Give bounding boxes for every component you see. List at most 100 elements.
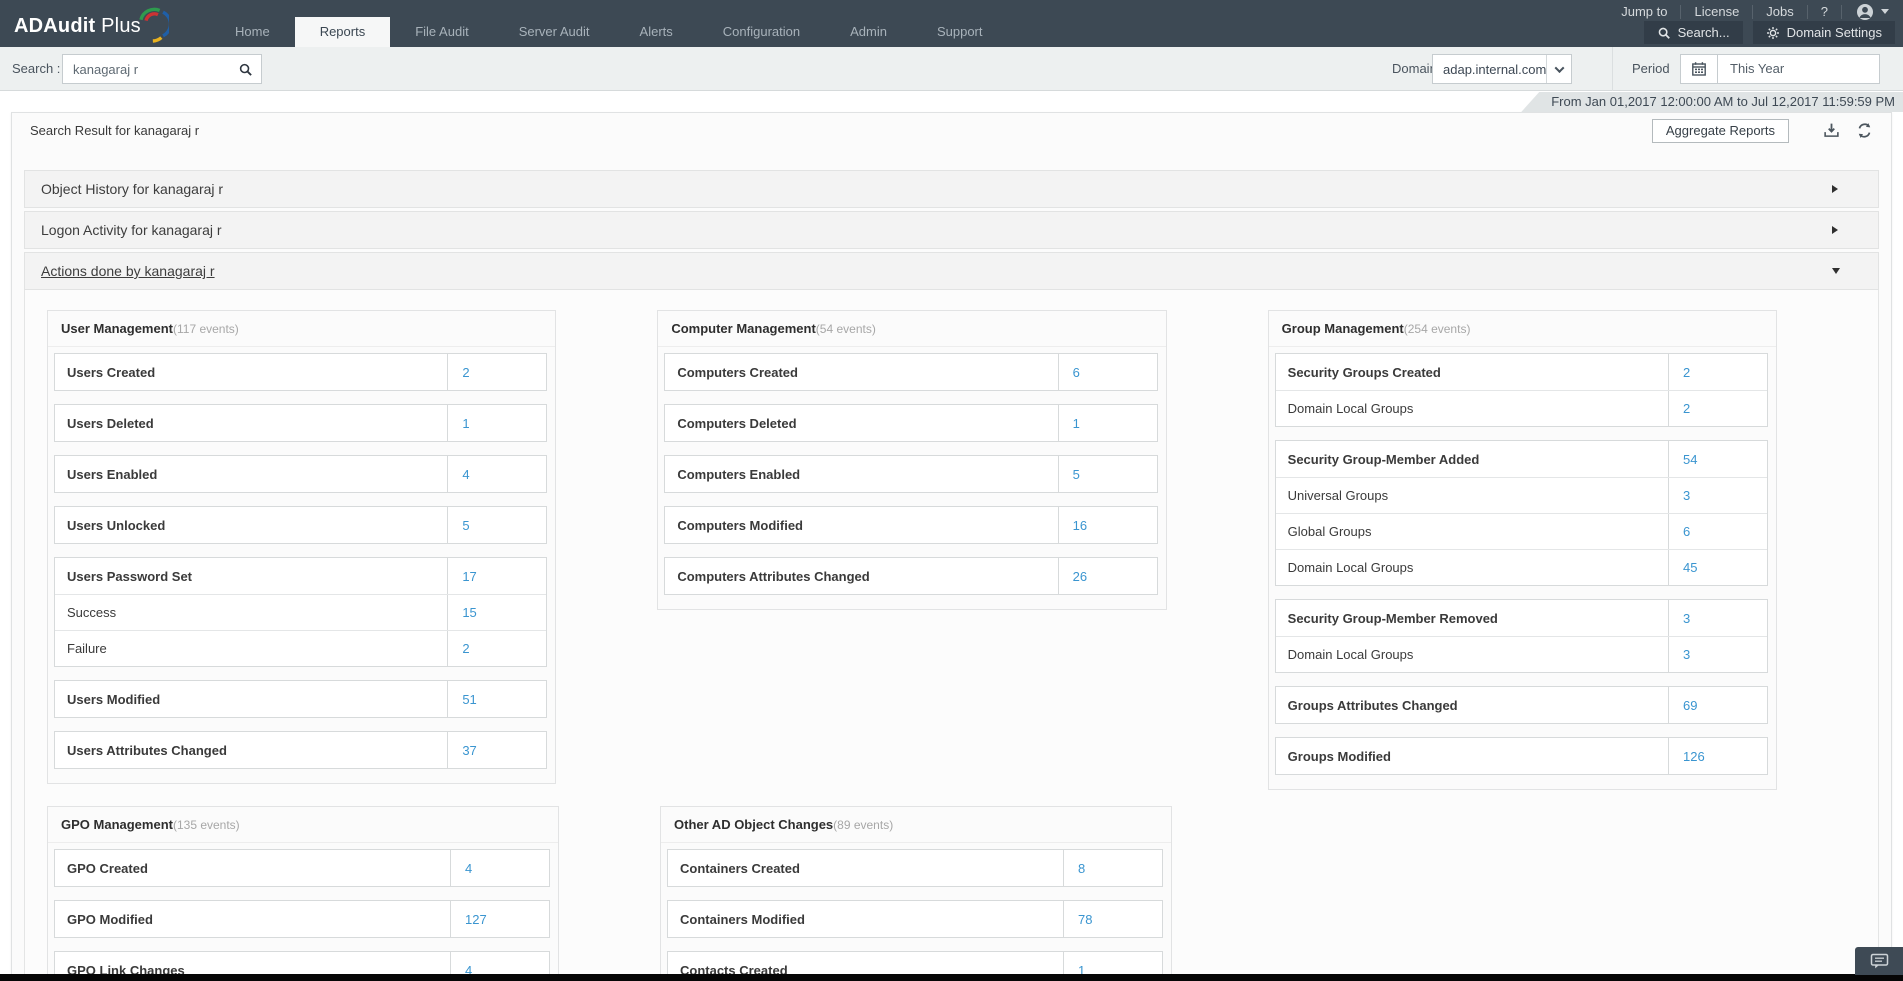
stat-value-link[interactable]: 15 xyxy=(448,605,546,620)
stat-value-link[interactable]: 8 xyxy=(1064,861,1162,876)
stat-row: Security Groups Created2 xyxy=(1276,354,1767,390)
user-menu[interactable] xyxy=(1842,3,1893,21)
stat-label: Security Group-Member Added xyxy=(1276,441,1669,477)
stat-value-link[interactable]: 1 xyxy=(1059,416,1157,431)
card-title: User Management xyxy=(61,321,173,336)
domain-select[interactable]: adap.internal.com xyxy=(1432,54,1572,84)
nav-tab-label: Support xyxy=(937,24,983,39)
nav-tab-reports[interactable]: Reports xyxy=(295,17,391,47)
stat-value-link[interactable]: 16 xyxy=(1059,518,1157,533)
stat-value-link[interactable]: 2 xyxy=(1669,365,1767,380)
stat-value-link[interactable]: 69 xyxy=(1669,698,1767,713)
period-value-field[interactable]: This Year xyxy=(1717,54,1880,84)
page-title: Search Result for kanagaraj r xyxy=(30,123,1652,138)
stat-value-link[interactable]: 127 xyxy=(451,912,549,927)
card-computer-management: Computer Management(54 events)Computers … xyxy=(657,310,1166,610)
stat-value-link[interactable]: 6 xyxy=(1669,524,1767,539)
app-logo: ADAudit Plus xyxy=(14,8,169,44)
top-link-jump-to[interactable]: Jump to xyxy=(1608,4,1680,19)
bottom-edge-bar xyxy=(0,974,1903,981)
period-label: Period xyxy=(1632,61,1670,76)
section-actions-done-by-kanagaraj-r[interactable]: Actions done by kanagaraj r xyxy=(24,252,1879,290)
nav-tab-file-audit[interactable]: File Audit xyxy=(390,17,493,47)
stat-value-link[interactable]: 2 xyxy=(1669,401,1767,416)
nav-tab-alerts[interactable]: Alerts xyxy=(615,17,698,47)
stat-value-link[interactable]: 5 xyxy=(1059,467,1157,482)
stat-group: Users Modified51 xyxy=(54,680,547,718)
stat-label: Users Attributes Changed xyxy=(55,732,448,768)
card-body: Computers Created6Computers Deleted1Comp… xyxy=(658,347,1165,609)
stat-group: Computers Enabled5 xyxy=(664,455,1157,493)
stat-value-link[interactable]: 3 xyxy=(1669,611,1767,626)
stat-value-link[interactable]: 5 xyxy=(448,518,546,533)
stat-row: Users Enabled4 xyxy=(55,456,546,492)
domain-settings-button[interactable]: Domain Settings xyxy=(1753,21,1895,44)
section-label: Actions done by kanagaraj r xyxy=(41,263,1840,279)
section-logon-activity-for-kanagaraj-r[interactable]: Logon Activity for kanagaraj r xyxy=(24,211,1879,249)
stat-value-link[interactable]: 2 xyxy=(448,365,546,380)
section-label: Logon Activity for kanagaraj r xyxy=(41,222,1840,238)
card-header: Other AD Object Changes(89 events) xyxy=(661,807,1171,843)
stat-value-link[interactable]: 3 xyxy=(1669,488,1767,503)
stat-value-link[interactable]: 4 xyxy=(451,861,549,876)
stat-row: GPO Modified127 xyxy=(55,901,549,937)
domain-select-arrow[interactable] xyxy=(1546,55,1571,83)
nav-tab-server-audit[interactable]: Server Audit xyxy=(494,17,615,47)
help-link[interactable]: ? xyxy=(1808,4,1841,19)
nav-tab-support[interactable]: Support xyxy=(912,17,1008,47)
stat-value-link[interactable]: 1 xyxy=(448,416,546,431)
stat-row: Containers Modified78 xyxy=(668,901,1162,937)
nav-tab-configuration[interactable]: Configuration xyxy=(698,17,825,47)
domain-label: Domain xyxy=(1392,61,1437,76)
stat-label: Users Unlocked xyxy=(55,507,448,543)
stat-value-link[interactable]: 51 xyxy=(448,692,546,707)
stat-label: Groups Modified xyxy=(1276,738,1669,774)
stat-value-link[interactable]: 26 xyxy=(1059,569,1157,584)
stat-row: Users Attributes Changed37 xyxy=(55,732,546,768)
section-label: Object History for kanagaraj r xyxy=(41,181,1840,197)
search-input[interactable]: kanagaraj r xyxy=(62,54,262,84)
feedback-chat-button[interactable] xyxy=(1855,947,1903,975)
refresh-icon[interactable] xyxy=(1856,122,1873,139)
top-link-jobs[interactable]: Jobs xyxy=(1753,4,1806,19)
stat-group: Computers Created6 xyxy=(664,353,1157,391)
stat-label: Success xyxy=(55,595,448,630)
stat-value-link[interactable]: 17 xyxy=(448,569,546,584)
nav-tab-label: Server Audit xyxy=(519,24,590,39)
stat-label: Groups Attributes Changed xyxy=(1276,687,1669,723)
stat-value-link[interactable]: 54 xyxy=(1669,452,1767,467)
header-search-button[interactable]: Search... xyxy=(1644,21,1743,44)
stat-value-link[interactable]: 3 xyxy=(1669,647,1767,662)
stat-row: Computers Modified16 xyxy=(665,507,1156,543)
export-report-icon[interactable] xyxy=(1823,122,1840,139)
aggregate-reports-button[interactable]: Aggregate Reports xyxy=(1652,119,1789,143)
card-event-count: (117 events) xyxy=(173,322,239,336)
nav-tab-label: Admin xyxy=(850,24,887,39)
stat-group: Computers Modified16 xyxy=(664,506,1157,544)
search-submit-icon[interactable] xyxy=(238,62,253,77)
stat-group: Users Enabled4 xyxy=(54,455,547,493)
stat-value-link[interactable]: 126 xyxy=(1669,749,1767,764)
domain-settings-label: Domain Settings xyxy=(1787,25,1882,40)
stat-value-link[interactable]: 2 xyxy=(448,641,546,656)
card-header: User Management(117 events) xyxy=(48,311,555,347)
card-header: Group Management(254 events) xyxy=(1269,311,1776,347)
stat-group: Groups Attributes Changed69 xyxy=(1275,686,1768,724)
nav-tab-admin[interactable]: Admin xyxy=(825,17,912,47)
stat-value-link[interactable]: 4 xyxy=(448,467,546,482)
report-date-range: From Jan 01,2017 12:00:00 AM to Jul 12,2… xyxy=(1521,92,1903,112)
nav-tab-home[interactable]: Home xyxy=(210,17,295,47)
section-object-history-for-kanagaraj-r[interactable]: Object History for kanagaraj r xyxy=(24,170,1879,208)
stat-label: Users Created xyxy=(55,354,448,390)
stat-value-link[interactable]: 45 xyxy=(1669,560,1767,575)
chevron-down-icon xyxy=(1881,9,1889,14)
top-utility-links: Jump toLicenseJobs? xyxy=(1608,0,1893,23)
top-link-license[interactable]: License xyxy=(1681,4,1752,19)
period-calendar-button[interactable] xyxy=(1680,54,1718,84)
stat-value-link[interactable]: 37 xyxy=(448,743,546,758)
stat-value-link[interactable]: 6 xyxy=(1059,365,1157,380)
nav-tab-label: Home xyxy=(235,24,270,39)
chat-bubble-icon xyxy=(1870,953,1889,970)
stat-value-link[interactable]: 78 xyxy=(1064,912,1162,927)
nav-tab-label: File Audit xyxy=(415,24,468,39)
